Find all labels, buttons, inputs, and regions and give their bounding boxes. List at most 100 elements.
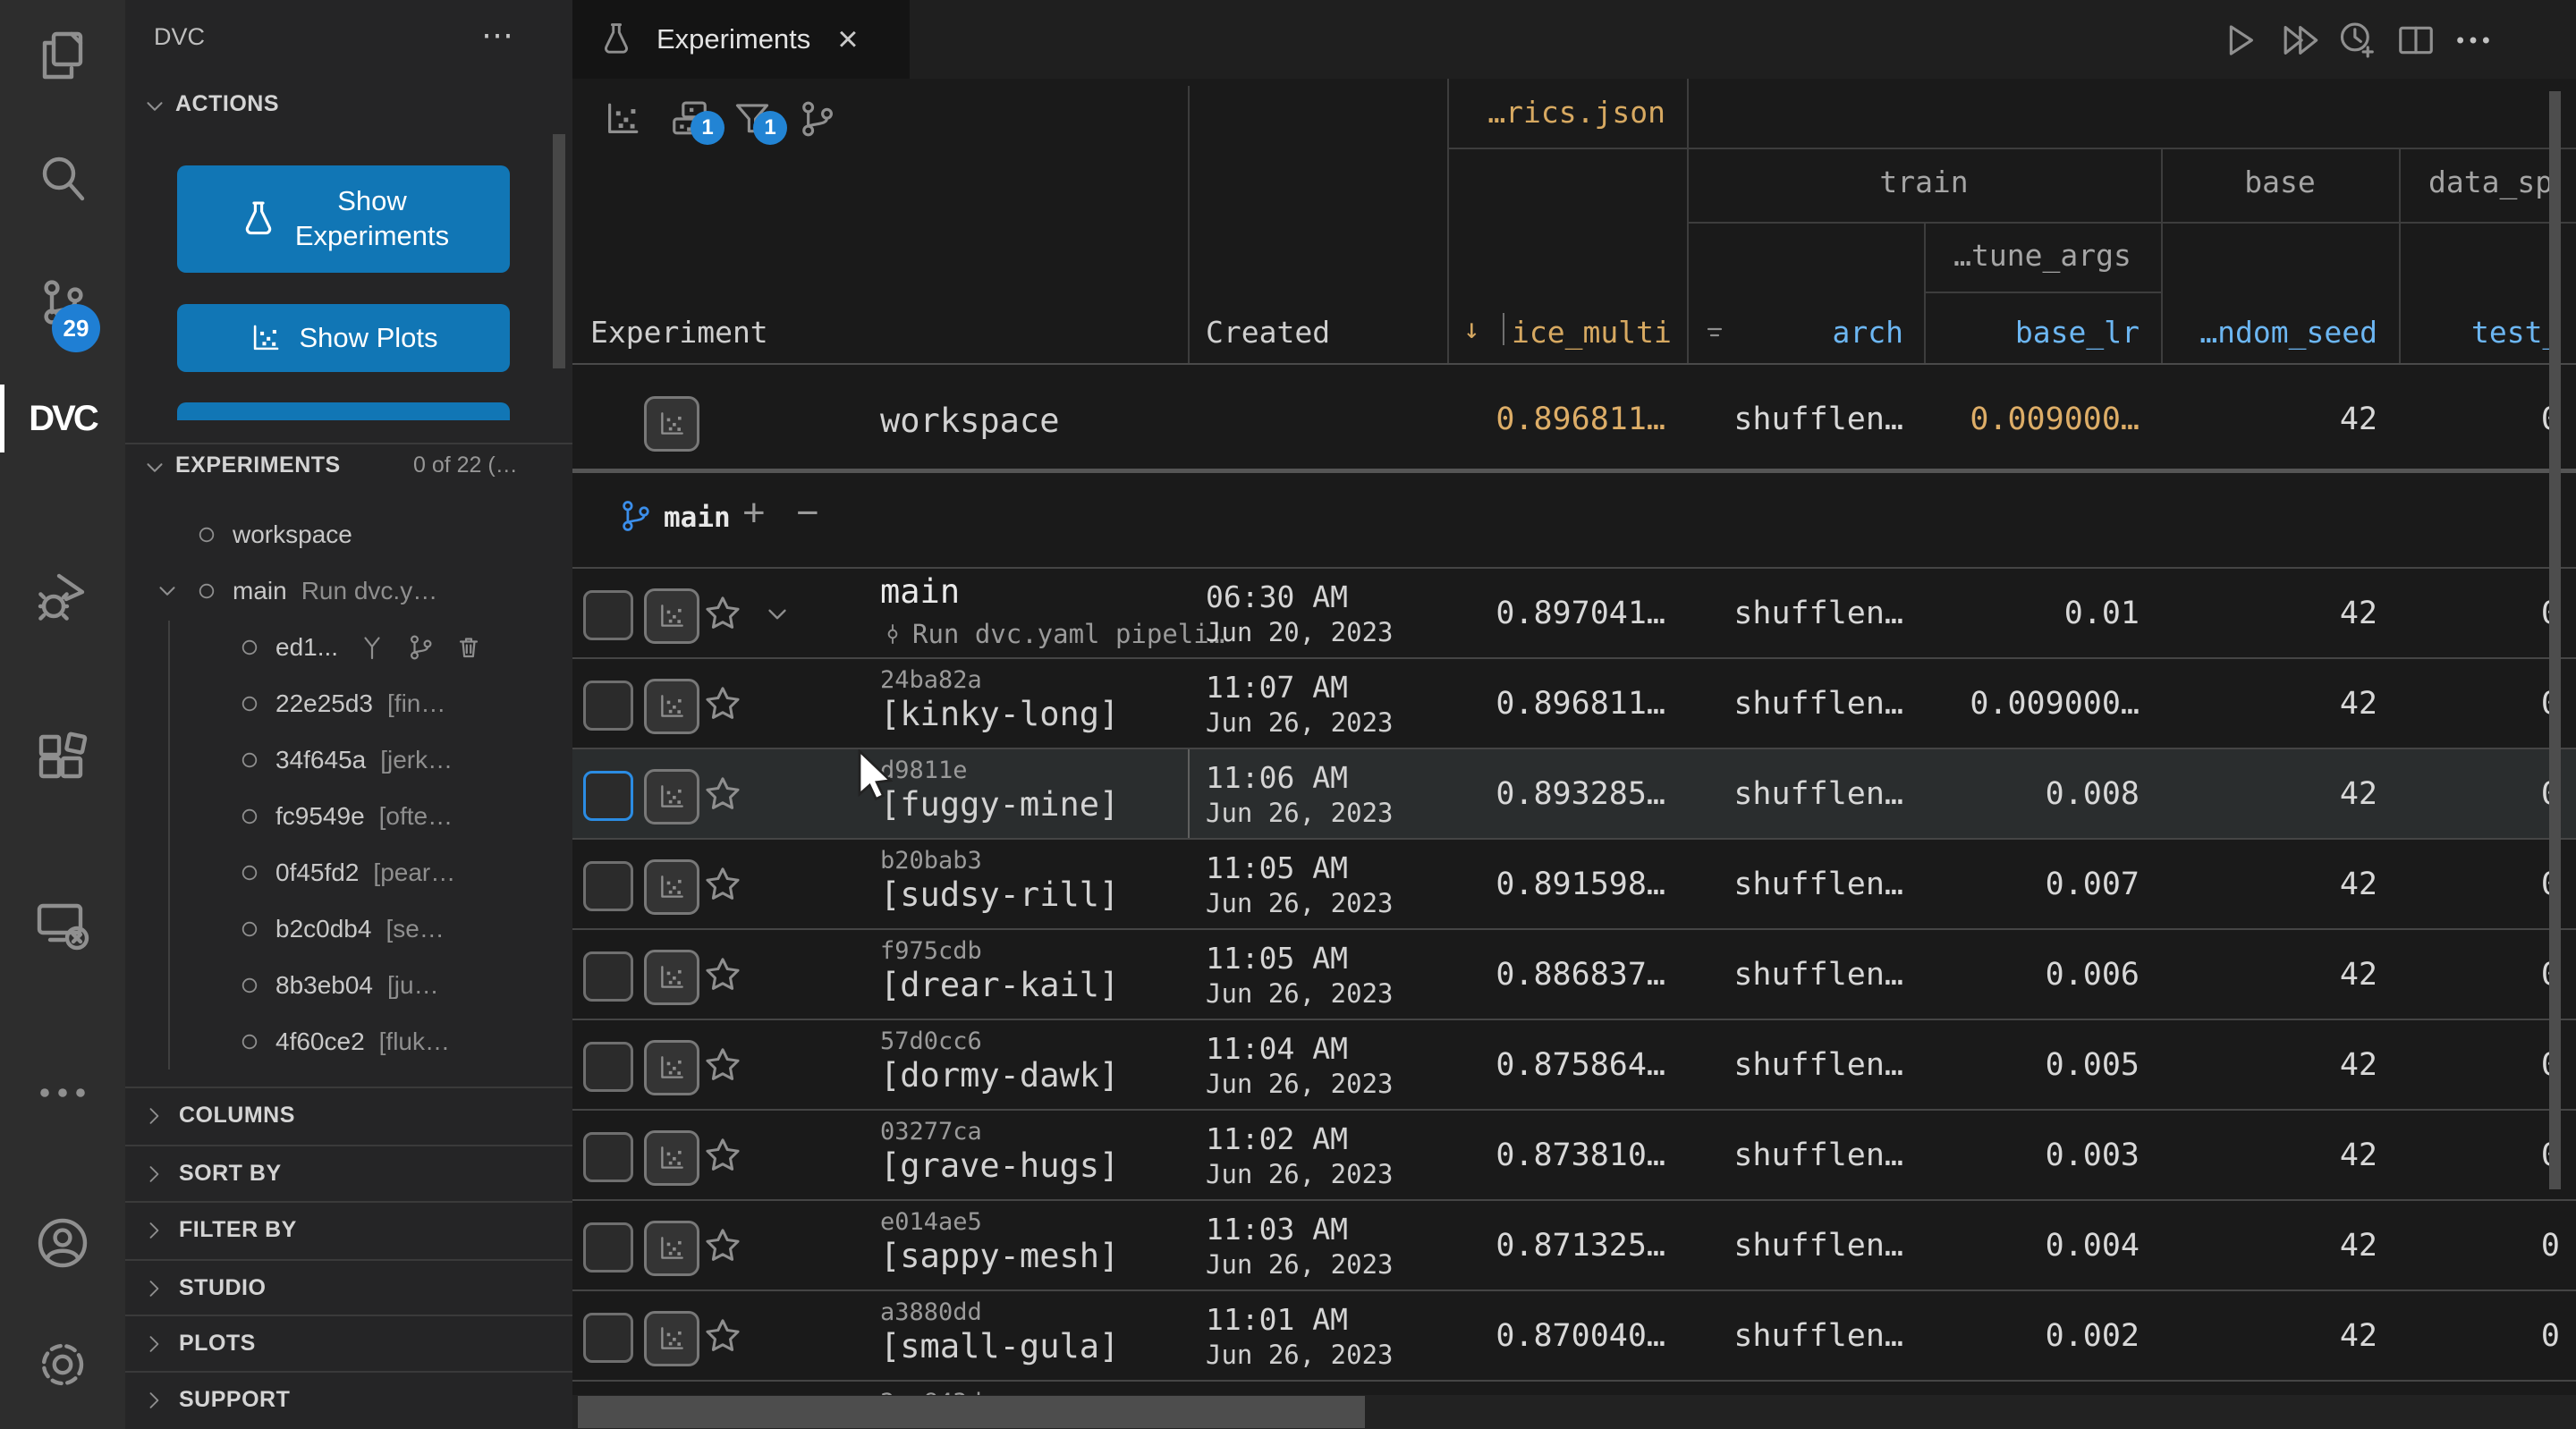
experiments-chevron-icon[interactable] bbox=[141, 454, 168, 481]
activity-item-dvc[interactable]: DVC bbox=[0, 376, 125, 461]
section-header-studio[interactable]: STUDIO bbox=[125, 1261, 572, 1315]
section-header-plots[interactable]: PLOTS bbox=[125, 1316, 572, 1371]
table-row-b20bab3[interactable]: b20bab3[sudsy-rill]11:05 AMJun 26, 20230… bbox=[572, 840, 2576, 928]
plot-button[interactable] bbox=[644, 396, 699, 452]
split-editor-icon[interactable] bbox=[2395, 20, 2436, 61]
sidebar-scrollbar[interactable] bbox=[553, 134, 565, 368]
remove-icon[interactable]: − bbox=[796, 491, 819, 536]
tree-item-fc9549e[interactable]: fc9549e[ofte… bbox=[125, 789, 572, 844]
plot-button[interactable] bbox=[644, 950, 699, 1005]
chevron-down-icon[interactable] bbox=[154, 578, 181, 605]
column-header-ice-multi[interactable]: ice_multi bbox=[1512, 315, 1665, 350]
plot-button[interactable] bbox=[644, 1040, 699, 1095]
table-row-a3880dd[interactable]: a3880dd[small-gula]11:01 AMJun 26, 20230… bbox=[572, 1291, 2576, 1380]
tree-item-8b3eb04[interactable]: 8b3eb04[ju… bbox=[125, 958, 572, 1013]
table-row-57d0cc6[interactable]: 57d0cc6[dormy-dawk]11:04 AMJun 26, 20230… bbox=[572, 1020, 2576, 1109]
tree-item-workspace[interactable]: workspace bbox=[125, 507, 572, 562]
vertical-scrollbar[interactable] bbox=[2549, 91, 2561, 1189]
debug-icon bbox=[34, 567, 91, 624]
activity-item-run-and-debug[interactable] bbox=[0, 553, 125, 638]
star-icon[interactable] bbox=[703, 1045, 742, 1085]
sort-descending-icon[interactable]: ↓ bbox=[1463, 313, 1480, 345]
row-checkbox[interactable] bbox=[583, 681, 633, 731]
column-header-test[interactable]: test_ bbox=[2471, 315, 2560, 350]
sidebar-more-icon[interactable]: ⋯ bbox=[481, 16, 517, 54]
plot-button[interactable] bbox=[644, 679, 699, 734]
apply-icon[interactable] bbox=[358, 633, 386, 662]
column-header-arch[interactable]: arch bbox=[1696, 315, 1903, 350]
toolbar-branches-button[interactable] bbox=[796, 98, 837, 140]
row-checkbox[interactable] bbox=[583, 1222, 633, 1273]
star-icon[interactable] bbox=[703, 774, 742, 814]
experiment-name: [fuggy-mine] bbox=[880, 785, 1119, 824]
branch-icon[interactable] bbox=[406, 633, 435, 662]
tree-item-4f60ce2[interactable]: 4f60ce2[fluk… bbox=[125, 1014, 572, 1070]
activity-item-explorer[interactable] bbox=[0, 13, 125, 98]
toolbar-plots-button[interactable] bbox=[602, 98, 643, 140]
section-header-actions[interactable]: ACTIONS bbox=[175, 91, 279, 117]
activity-item-extensions[interactable] bbox=[0, 717, 125, 803]
section-header-support[interactable]: SUPPORT bbox=[125, 1373, 572, 1427]
section-header-columns[interactable]: COLUMNS bbox=[125, 1088, 572, 1143]
star-icon[interactable] bbox=[703, 1136, 742, 1175]
actions-chevron-icon[interactable] bbox=[141, 93, 168, 120]
trash-icon[interactable] bbox=[454, 633, 483, 662]
row-checkbox[interactable] bbox=[583, 951, 633, 1002]
table-row-e014ae5[interactable]: e014ae5[sappy-mesh]11:03 AMJun 26, 20230… bbox=[572, 1201, 2576, 1289]
add-icon[interactable]: + bbox=[742, 491, 766, 536]
run-all-icon[interactable] bbox=[2279, 20, 2320, 61]
column-header-experiment[interactable]: Experiment bbox=[590, 315, 768, 350]
star-icon[interactable] bbox=[703, 955, 742, 994]
row-checkbox[interactable] bbox=[583, 1042, 633, 1092]
more-actions-icon[interactable] bbox=[2453, 20, 2494, 61]
star-icon[interactable] bbox=[703, 1316, 742, 1356]
partial-button[interactable] bbox=[177, 402, 510, 420]
table-row-main[interactable]: mainRun dvc.yaml pipeli…06:30 AMJun 20, … bbox=[572, 569, 2576, 657]
row-checkbox[interactable] bbox=[583, 771, 633, 821]
horizontal-scrollbar[interactable] bbox=[578, 1396, 1365, 1428]
plot-button[interactable] bbox=[644, 1130, 699, 1186]
table-row-24ba82a[interactable]: 24ba82a[kinky-long]11:07 AMJun 26, 20230… bbox=[572, 659, 2576, 748]
column-header-created[interactable]: Created bbox=[1206, 315, 1330, 350]
section-header-experiments[interactable]: EXPERIMENTS bbox=[175, 452, 341, 478]
column-header-base-lr[interactable]: base_lr bbox=[1934, 315, 2140, 350]
activity-item-settings[interactable] bbox=[0, 1322, 125, 1408]
activity-item-more-views[interactable] bbox=[0, 1050, 125, 1136]
tab-experiments[interactable]: Experiments × bbox=[572, 0, 910, 79]
activity-item-accounts[interactable] bbox=[0, 1200, 125, 1286]
star-icon[interactable] bbox=[703, 865, 742, 904]
chevron-down-icon[interactable] bbox=[762, 599, 792, 630]
row-checkbox[interactable] bbox=[583, 590, 633, 640]
tree-item-main[interactable]: mainRun dvc.y… bbox=[125, 563, 572, 619]
column-header-random-seed[interactable]: …ndom_seed bbox=[2172, 315, 2377, 350]
tree-item-0f45fd2[interactable]: 0f45fd2[pear… bbox=[125, 845, 572, 901]
plot-button[interactable] bbox=[644, 588, 699, 644]
activity-item-search[interactable] bbox=[0, 136, 125, 222]
table-row-f975cdb[interactable]: f975cdb[drear-kail]11:05 AMJun 26, 20230… bbox=[572, 930, 2576, 1019]
plot-button[interactable] bbox=[644, 859, 699, 915]
plot-button[interactable] bbox=[644, 1221, 699, 1276]
close-icon[interactable]: × bbox=[837, 21, 858, 57]
show-plots-button[interactable]: Show Plots bbox=[177, 304, 510, 372]
tree-item-22e25d3[interactable]: 22e25d3[fin… bbox=[125, 676, 572, 731]
tree-item-b2c0db4[interactable]: b2c0db4[se… bbox=[125, 901, 572, 957]
plot-button[interactable] bbox=[644, 769, 699, 824]
section-header-filter-by[interactable]: FILTER BY bbox=[125, 1203, 572, 1257]
row-checkbox[interactable] bbox=[583, 861, 633, 911]
queue-icon[interactable] bbox=[2336, 20, 2377, 61]
section-header-sort-by[interactable]: SORT BY bbox=[125, 1146, 572, 1201]
star-icon[interactable] bbox=[703, 1226, 742, 1265]
plot-icon bbox=[602, 98, 643, 140]
activity-item-remote-explorer[interactable] bbox=[0, 881, 125, 967]
tree-item-34f645a[interactable]: 34f645a[jerk… bbox=[125, 732, 572, 788]
row-checkbox[interactable] bbox=[583, 1132, 633, 1182]
row-checkbox[interactable] bbox=[583, 1313, 633, 1363]
row-workspace[interactable]: workspace0.896811…shufflen…0.009000…420 bbox=[572, 375, 2576, 469]
table-row-03277ca[interactable]: 03277ca[grave-hugs]11:02 AMJun 26, 20230… bbox=[572, 1111, 2576, 1199]
star-icon[interactable] bbox=[703, 684, 742, 723]
star-icon[interactable] bbox=[703, 594, 742, 633]
tree-item-ed1[interactable]: ed1... bbox=[125, 620, 572, 675]
plot-button[interactable] bbox=[644, 1311, 699, 1366]
show-experiments-button[interactable]: ShowExperiments bbox=[177, 165, 510, 273]
run-icon[interactable] bbox=[2218, 20, 2259, 61]
